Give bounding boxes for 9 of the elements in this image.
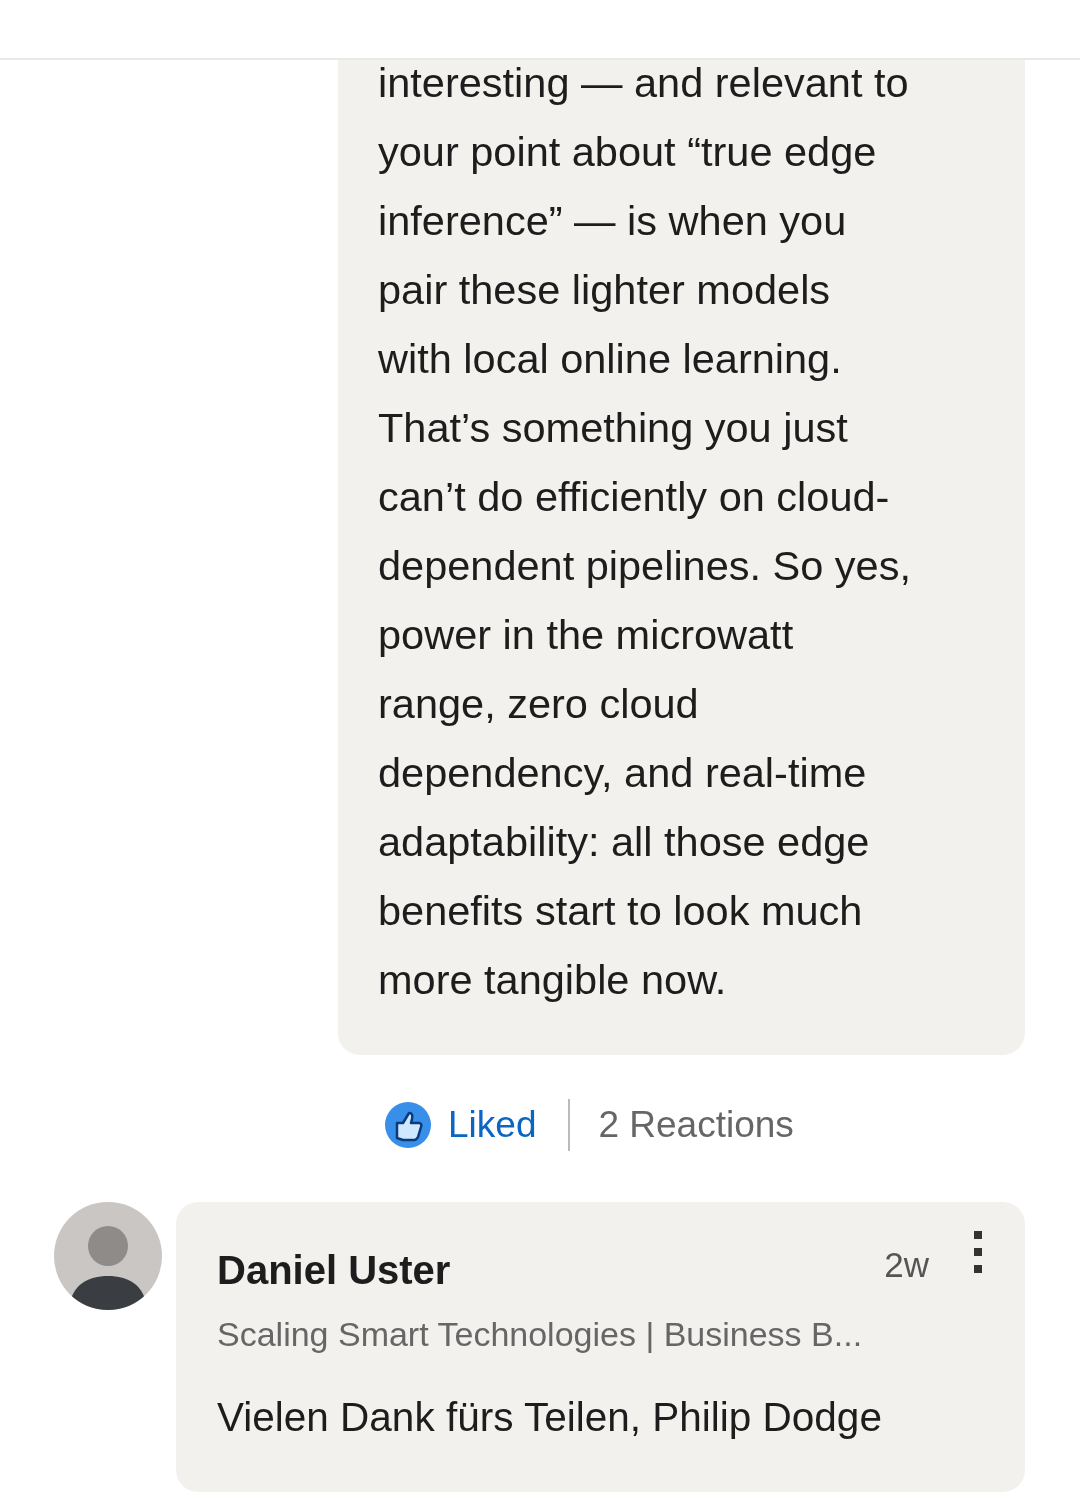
like-button[interactable]: Liked [384,1101,537,1149]
thumbs-up-icon [384,1101,432,1149]
more-options-icon [973,1231,983,1273]
reactions-count[interactable]: 2 Reactions [598,1104,794,1146]
comment-text: Vielen Dank fürs Teilen, Philip Dodge [217,1394,883,1441]
comment-time: 2w [884,1244,929,1285]
author-headline: Scaling Smart Technologies | Business B... [217,1315,864,1354]
author-name[interactable]: Daniel Uster [217,1248,451,1293]
reply-text: interesting — and relevant to your point about “true edge inference” — is when you pair these lighter models with local online learning. That’s something you just can’t do efficiently on cloud- dependent pipelines. So yes, power in the microwatt range, zero cloud dependency, and real-time adaptability: all those edge benefits start to look much more tangible now. [378,60,912,1005]
